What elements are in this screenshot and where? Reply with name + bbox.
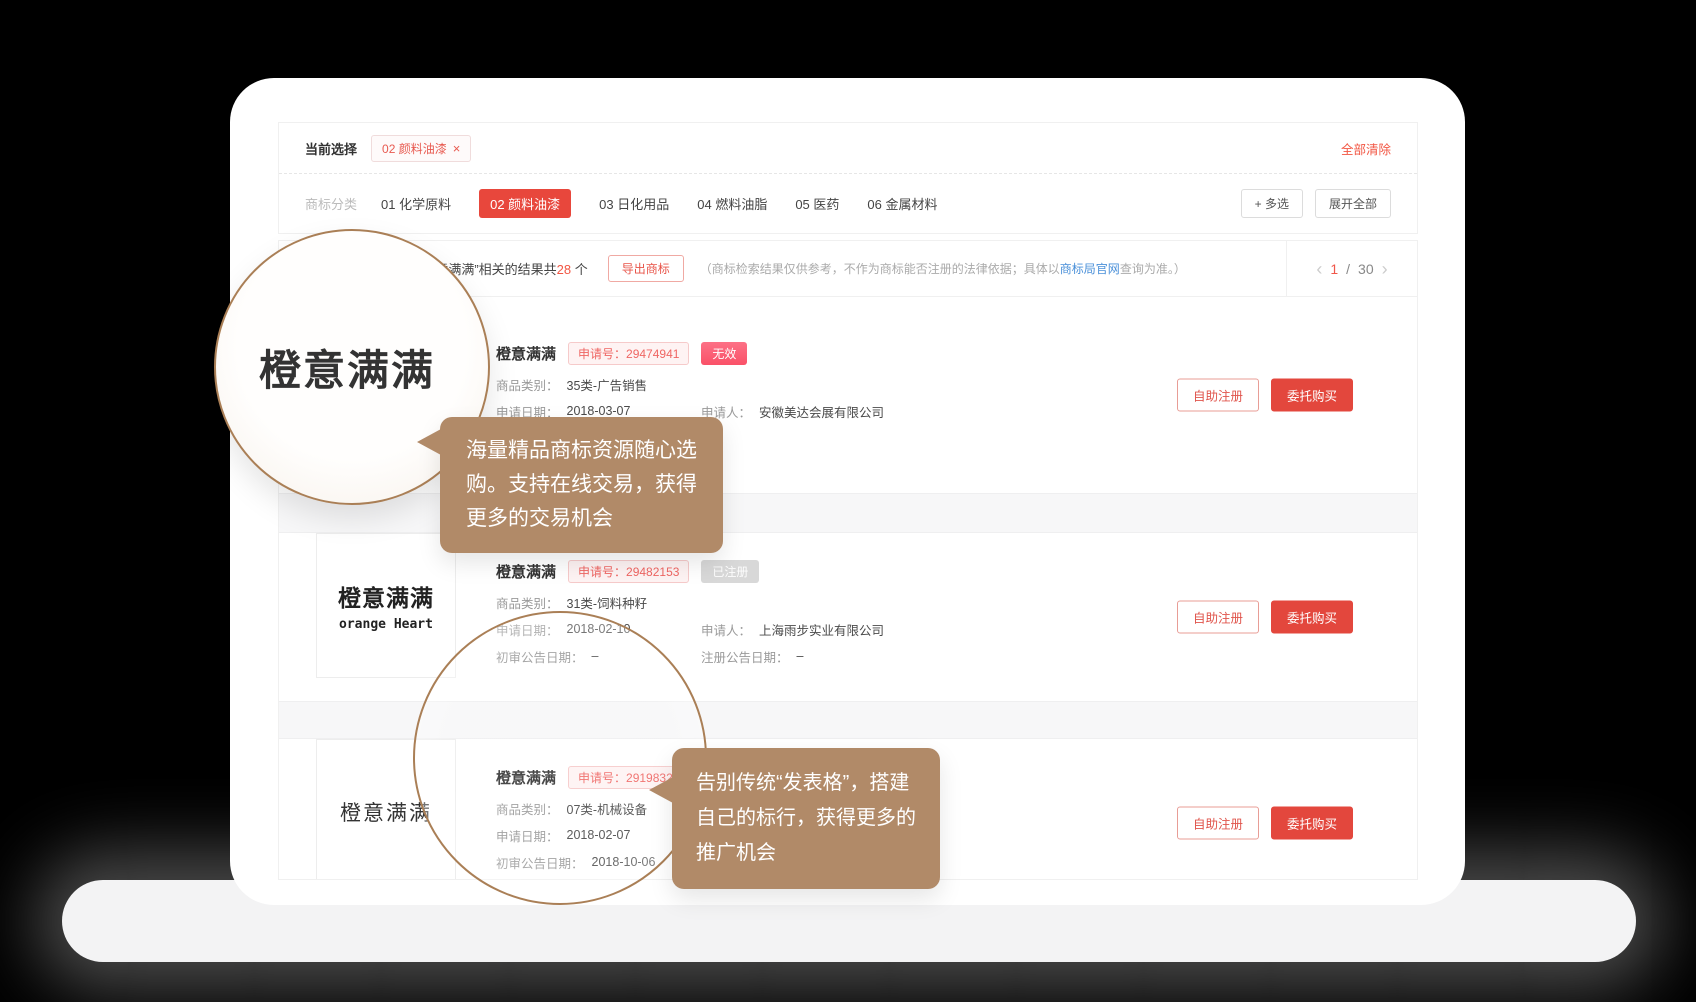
total-pages: 30: [1358, 261, 1374, 277]
category-field: 商品类别： 35类-广告销售: [496, 375, 647, 394]
field-value: 2018-03-07: [567, 404, 631, 418]
trademark-name[interactable]: 橙意满满: [496, 561, 556, 582]
expand-all-button[interactable]: 展开全部: [1315, 189, 1391, 218]
category-row: 商标分类 01 化学原料 02 颜料油漆 03 日化用品 04 燃料油脂 05 …: [279, 173, 1417, 233]
category-row-label: 商标分类: [305, 194, 357, 213]
application-number-value: 29474941: [626, 347, 679, 361]
self-register-button[interactable]: 自助注册: [1177, 601, 1259, 634]
close-icon[interactable]: ×: [453, 142, 461, 155]
field-label: 注册公告日期：: [701, 647, 789, 666]
category-item-03[interactable]: 03 日化用品: [599, 194, 669, 213]
application-number-tag: 申请号：29482153: [568, 560, 689, 583]
tooltip-line: 海量精品商标资源随心选: [466, 434, 697, 468]
status-badge: 已注册: [701, 560, 759, 583]
tooltip-line: 告别传统“发表格”，搭建: [696, 766, 916, 801]
applicant-field: 申请人： 安徽美达会展有限公司: [701, 402, 884, 421]
category-field: 商品类别： 31类-饲料种籽: [496, 593, 647, 612]
next-page-icon[interactable]: ›: [1382, 260, 1388, 278]
tooltip-line: 推广机会: [696, 836, 916, 871]
row-actions: 自助注册 委托购买: [1177, 379, 1353, 412]
category-item-04[interactable]: 04 燃料油脂: [697, 194, 767, 213]
field-label: 申请人：: [701, 620, 751, 639]
disclaimer-text: （商标检索结果仅供参考，不作为商标能否注册的法律依据；具体以商标局官网查询为准。…: [700, 260, 1186, 277]
magnifier-circle-bottom: [413, 611, 707, 905]
results-count: 28: [557, 262, 571, 277]
tooltip-line: 自己的标行，获得更多的: [696, 801, 916, 836]
trademark-image-text: 橙意满满: [338, 579, 434, 613]
application-number-tag: 申请号：29474941: [568, 342, 689, 365]
field-line: 商品类别： 31类-饲料种籽: [496, 592, 884, 612]
application-number-label: 申请号：: [578, 565, 626, 579]
export-trademarks-button[interactable]: 导出商标: [608, 255, 684, 282]
trademark-image-text: 橙意满满: [340, 797, 432, 827]
category-item-01[interactable]: 01 化学原料: [381, 194, 451, 213]
field-value: –: [797, 649, 804, 663]
results-summary-suffix: 个: [571, 262, 588, 277]
field-value: 安徽美达会展有限公司: [759, 402, 884, 421]
current-selection-label: 当前选择: [305, 139, 357, 158]
self-register-button[interactable]: 自助注册: [1177, 807, 1259, 840]
field-value: 35类-广告销售: [567, 375, 648, 394]
field-value: 上海雨步实业有限公司: [759, 620, 884, 639]
pagination: ‹ 1 / 30 ›: [1286, 241, 1417, 296]
current-selection-row: 当前选择 02 颜料油漆 × 全部清除: [279, 123, 1417, 173]
selected-filter-tag-label: 02 颜料油漆: [382, 140, 447, 157]
trademark-image-subtext: orange Heart: [339, 617, 433, 632]
screenshot-stage: 当前选择 02 颜料油漆 × 全部清除 商标分类 01 化学原料 02 颜料油漆…: [0, 0, 1696, 1002]
field-label: 商品类别：: [496, 375, 559, 394]
delegate-buy-button[interactable]: 委托购买: [1271, 379, 1353, 412]
tooltip-line: 购。支持在线交易，获得: [466, 468, 697, 502]
category-item-06[interactable]: 06 金属材料: [867, 194, 937, 213]
row-actions: 自助注册 委托购买: [1177, 807, 1353, 840]
tooltip-arrow-icon: [417, 429, 441, 455]
field-line: 商品类别： 35类-广告销售: [496, 374, 884, 394]
prev-page-icon[interactable]: ‹: [1316, 260, 1322, 278]
tooltip-arrow-icon: [649, 777, 673, 803]
application-number-label: 申请号：: [578, 347, 626, 361]
row-actions: 自助注册 委托购买: [1177, 601, 1353, 634]
category-item-05[interactable]: 05 医药: [795, 194, 839, 213]
application-number-value: 29482153: [626, 565, 679, 579]
filter-panel: 当前选择 02 颜料油漆 × 全部清除 商标分类 01 化学原料 02 颜料油漆…: [278, 122, 1418, 234]
trademark-name[interactable]: 橙意满满: [496, 343, 556, 364]
field-value: 31类-饲料种籽: [567, 593, 648, 612]
clear-all-button[interactable]: 全部清除: [1341, 139, 1391, 158]
category-item-02-selected[interactable]: 02 颜料油漆: [479, 189, 571, 218]
disclaimer-prefix: （商标检索结果仅供参考，不作为商标能否注册的法律依据；具体以: [700, 262, 1060, 276]
result-title-line: 橙意满满 申请号：29474941 无效: [496, 341, 884, 365]
applicant-field: 申请人： 上海雨步实业有限公司: [701, 620, 884, 639]
tooltip-line: 更多的交易机会: [466, 502, 697, 536]
delegate-buy-button[interactable]: 委托购买: [1271, 601, 1353, 634]
self-register-button[interactable]: 自助注册: [1177, 379, 1259, 412]
tooltip-promotion: 告别传统“发表格”，搭建 自己的标行，获得更多的 推广机会: [672, 748, 940, 889]
delegate-buy-button[interactable]: 委托购买: [1271, 807, 1353, 840]
magnified-trademark-text: 橙意满满: [259, 337, 435, 398]
disclaimer-suffix: 查询为准。）: [1120, 262, 1186, 276]
selected-filter-tag[interactable]: 02 颜料油漆 ×: [371, 135, 471, 162]
field-label: 商品类别：: [496, 593, 559, 612]
result-title-line: 橙意满满 申请号：29482153 已注册: [496, 559, 884, 583]
tooltip-marketplace: 海量精品商标资源随心选 购。支持在线交易，获得 更多的交易机会: [440, 417, 723, 553]
trademark-office-link[interactable]: 商标局官网: [1060, 262, 1120, 276]
current-page: 1: [1330, 261, 1338, 277]
reg-notice-field: 注册公告日期： –: [701, 647, 803, 666]
page-divider: /: [1346, 261, 1350, 277]
trademark-image: 橙意满满 orange Heart: [316, 533, 456, 678]
multi-select-button[interactable]: + 多选: [1241, 189, 1303, 218]
status-badge: 无效: [701, 342, 747, 365]
